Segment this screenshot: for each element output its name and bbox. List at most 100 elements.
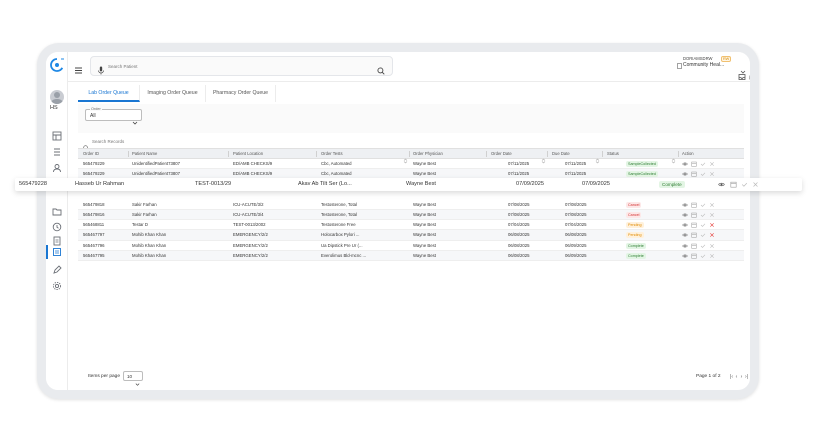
view-icon[interactable] (682, 243, 688, 249)
avatar[interactable] (50, 90, 64, 104)
tab-lab-order-queue[interactable]: Lab Order Queue (78, 85, 140, 102)
calendar-icon[interactable] (691, 212, 697, 218)
order-filter-value: All (90, 113, 96, 119)
report-icon[interactable] (52, 236, 62, 246)
edit-icon[interactable] (52, 265, 62, 275)
items-per-page-select[interactable]: 10 (123, 371, 143, 386)
chevron-down-icon (135, 374, 140, 386)
table-row[interactable]: 565479229 UnidentifiedPatient73807 ED/AMB … (78, 159, 744, 170)
check-icon[interactable] (700, 161, 706, 167)
app-logo-icon[interactable] (49, 58, 65, 72)
sort-icon[interactable] (541, 151, 546, 164)
row-patient-name: Mohib Khan Khan (132, 252, 167, 258)
column-order-tests[interactable]: Order Tests (321, 149, 343, 159)
column-order-physician[interactable]: Order Physician (413, 149, 443, 159)
view-icon[interactable] (682, 202, 688, 208)
clock-icon[interactable] (52, 222, 62, 232)
view-icon[interactable] (682, 161, 688, 167)
lab-queue-icon[interactable] (52, 247, 62, 257)
check-icon[interactable] (741, 181, 748, 188)
calendar-icon[interactable] (691, 161, 697, 167)
calendar-icon[interactable] (691, 202, 697, 208)
close-icon[interactable] (709, 253, 715, 259)
check-icon[interactable] (700, 212, 706, 218)
row-order-physician: Wayne Best (413, 232, 437, 238)
notification-bell-icon[interactable] (748, 68, 750, 80)
column-divider (486, 151, 487, 157)
items-per-page-label: Items per page (88, 374, 120, 379)
dashboard-icon[interactable] (52, 131, 62, 141)
check-icon[interactable] (700, 243, 706, 249)
row-due-date: 07/08/2025 (565, 201, 587, 207)
row-order-id: 565467795 (83, 252, 105, 258)
calendar-icon[interactable] (691, 243, 697, 249)
column-order-date[interactable]: Order Date (491, 149, 512, 159)
tab-pharmacy-order-queue[interactable]: Pharmacy Order Queue (206, 85, 276, 102)
row-patient-name: Sakir Farhan (132, 212, 157, 217)
table-row[interactable]: 565467797 Mohib Khan Khan EMERGENCY/2/2 Hol… (78, 230, 744, 241)
calendar-icon[interactable] (730, 181, 737, 188)
check-icon[interactable] (700, 171, 706, 177)
check-icon[interactable] (700, 253, 706, 259)
inbox-icon[interactable] (738, 68, 746, 80)
sort-icon[interactable] (403, 151, 408, 164)
table-search-input[interactable] (92, 137, 292, 146)
table-row[interactable]: 565467795 Mohib Khan Khan EMERGENCY/2/2 Eve… (78, 250, 744, 261)
settings-icon[interactable] (52, 281, 62, 291)
calendar-icon[interactable] (691, 222, 697, 228)
column-due-date[interactable]: Due Date (552, 149, 570, 159)
list-icon[interactable] (52, 147, 62, 157)
close-icon[interactable] (709, 202, 715, 208)
close-icon[interactable] (709, 171, 715, 177)
row-order-tests: Everolimus Bld-mcnc ... (321, 252, 367, 258)
view-icon[interactable] (682, 222, 688, 228)
row-order-date: 07/11/2025 (508, 161, 530, 166)
last-page-icon[interactable]: ›| (744, 374, 749, 380)
tab-imaging-order-queue[interactable]: Imaging Order Queue (140, 85, 206, 102)
check-icon[interactable] (700, 202, 706, 208)
view-icon[interactable] (682, 253, 688, 259)
check-icon[interactable] (700, 222, 706, 228)
calendar-icon[interactable] (691, 171, 697, 177)
row-order-date: 06/08/2025 (508, 242, 530, 248)
view-icon[interactable] (682, 171, 688, 177)
users-icon[interactable] (52, 163, 62, 173)
close-icon[interactable] (709, 243, 715, 249)
patient-search-input[interactable] (108, 60, 368, 72)
close-icon[interactable] (709, 232, 715, 238)
sort-icon[interactable] (671, 151, 676, 164)
row-due-date: 06/08/2025 (565, 232, 587, 238)
column-status[interactable]: Status (607, 149, 619, 159)
calendar-icon[interactable] (691, 253, 697, 259)
highlighted-row[interactable]: 565479228 Hasseb Ur Rahman TEST-0013/29 … (15, 178, 802, 191)
view-icon[interactable] (682, 232, 688, 238)
table-header: Order ID Patient Name Patient Location O… (78, 148, 744, 164)
folder-icon[interactable] (52, 207, 62, 217)
column-divider (602, 151, 603, 157)
close-icon[interactable] (709, 212, 715, 218)
hamburger-menu-icon[interactable] (74, 62, 83, 74)
table-row[interactable]: 565468811 Testar D TEST-0013/2002 Testoster… (78, 220, 744, 231)
calendar-icon[interactable] (691, 232, 697, 238)
table-row[interactable]: 565467796 Mohib Khan Khan EMERGENCY/2/2 Ua … (78, 241, 744, 251)
row-order-tests: Testosterone, Total (321, 201, 357, 207)
microphone-icon[interactable] (97, 62, 105, 75)
order-filter-select[interactable]: Order All (85, 107, 142, 125)
table-row[interactable]: 565479816 Sakir Farhan ICU-ACUTE/3/4 Testos… (78, 210, 744, 221)
sort-icon[interactable] (595, 151, 600, 164)
search-icon[interactable] (377, 62, 385, 75)
close-icon[interactable] (752, 181, 759, 188)
view-icon[interactable] (682, 212, 688, 218)
row-patient-name: Testar D (132, 222, 148, 228)
column-patient-name[interactable]: Patient Name (132, 149, 157, 159)
table-row[interactable]: 565479818 Sakir Farhan ICU-ACUTE/3/2 Testos… (78, 200, 744, 210)
close-icon[interactable] (709, 161, 715, 167)
row-order-physician: Wayne Best (413, 222, 437, 228)
view-icon[interactable] (718, 181, 725, 188)
check-icon[interactable] (700, 232, 706, 238)
close-icon[interactable] (709, 222, 715, 228)
row-order-id: 565479816 (83, 212, 105, 217)
chevron-down-icon (132, 113, 138, 125)
column-order-id[interactable]: Order ID (83, 149, 99, 159)
column-patient-location[interactable]: Patient Location (233, 149, 263, 159)
